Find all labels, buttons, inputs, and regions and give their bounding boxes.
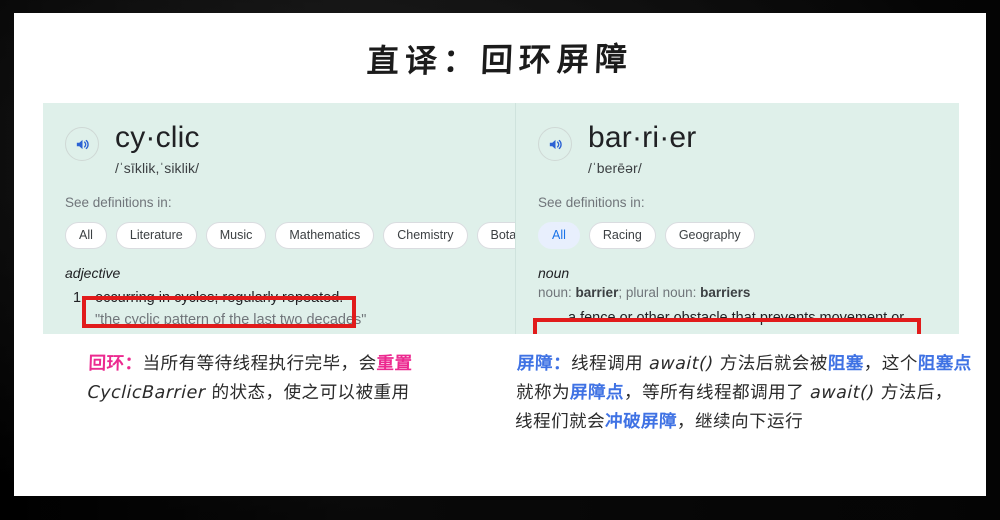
- annotation-right-seg3: ，这个: [863, 354, 919, 374]
- phonetic-cyclic: /ˈsīklik,ˈsiklik/: [115, 160, 200, 176]
- sense-example-cyclic: "the cyclic pattern of the last two deca…: [95, 312, 367, 328]
- phonetic-barrier: /ˈberēər/: [588, 160, 642, 176]
- dictionary-panel-cyclic: cy·clic /ˈsīklik,ˈsiklik/ See definition…: [43, 103, 515, 334]
- photo-frame: 直译：回环屏障 cy·clic /ˈsīklik,ˈsiklik/ See de…: [0, 0, 1000, 520]
- chip-chemistry[interactable]: Chemistry: [383, 222, 468, 249]
- sense-text: occurring in cycles; regularly repeated.: [95, 290, 344, 306]
- dictionary-panel-barrier: bar·ri·er /ˈberēər/ See definitions in: …: [515, 103, 959, 334]
- annotation-right-seg5: ，等所有线程都调用了: [623, 383, 811, 403]
- category-chip-row-barrier: All Racing Geography: [538, 222, 937, 249]
- inflection-prefix: noun:: [538, 285, 576, 300]
- category-chip-row-cyclic: All Literature Music Mathematics Chemist…: [65, 222, 515, 249]
- see-definitions-label-cyclic: See definitions in:: [65, 195, 172, 210]
- chip-all[interactable]: All: [65, 222, 107, 249]
- annotation-right-code1: await(): [648, 354, 715, 374]
- annotation-right-seg1: 线程调用: [570, 354, 650, 374]
- annotation-left-keyword2: 重置: [376, 354, 413, 374]
- sense-row-cyclic: 1. occurring in cycles; regularly repeat…: [65, 288, 493, 308]
- annotation-note-right: 屏障：线程调用 await() 方法后就会被阻塞，这个阻塞点就称为屏障点，等所有…: [514, 350, 977, 437]
- chip-geography[interactable]: Geography: [664, 222, 755, 249]
- annotation-right-kw4: 冲破屏障: [604, 412, 678, 432]
- annotation-right-kw1: 阻塞: [827, 354, 865, 374]
- speaker-icon-button-barrier[interactable]: [538, 127, 572, 161]
- word-header-barrier: bar·ri·er /ˈberēər/: [538, 121, 937, 176]
- speaker-icon: [76, 139, 89, 149]
- chip-racing[interactable]: Racing: [588, 222, 656, 249]
- annotation-left-keyword: 回环: [88, 354, 125, 374]
- word-header-cyclic: cy·clic /ˈsīklik,ˈsiklik/: [65, 121, 493, 176]
- annotation-right-keyword: 屏障: [516, 354, 554, 374]
- inflection-singular: barrier: [575, 285, 619, 300]
- annotation-right-seg7: ，继续向下运行: [676, 412, 804, 432]
- chip-literature[interactable]: Literature: [115, 222, 197, 249]
- speaker-icon-button-cyclic[interactable]: [65, 127, 99, 161]
- annotation-right-seg2: 方法后就会被: [713, 354, 829, 374]
- inflection-line-barrier: noun: barrier; plural noun: barriers: [538, 285, 937, 300]
- annotation-right-code2: await(): [809, 383, 876, 403]
- annotation-right-kw2: 阻塞点: [917, 354, 973, 374]
- annotation-note-left: 回环：当所有等待线程执行完毕，会重置 CyclicBarrier 的状态，使之可…: [87, 350, 489, 408]
- annotation-left-line1: 回环：当所有等待线程执行完毕，会重置: [88, 350, 489, 379]
- sense-wrapper-cyclic: 1. occurring in cycles; regularly repeat…: [65, 288, 493, 330]
- slide-page: 直译：回环屏障 cy·clic /ˈsīklik,ˈsiklik/ See de…: [14, 13, 986, 496]
- page-title: 直译：回环屏障: [366, 39, 634, 81]
- annotation-right-colon: ：: [552, 354, 572, 374]
- annotation-right-seg4: 就称为: [515, 383, 571, 403]
- part-of-speech-adjective: adjective: [65, 265, 121, 281]
- chip-mathematics[interactable]: Mathematics: [275, 222, 375, 249]
- sense-text-barrier: a fence or other obstacle that prevents …: [568, 310, 905, 334]
- annotation-right-kw3: 屏障点: [569, 383, 625, 403]
- chip-all[interactable]: All: [538, 222, 580, 249]
- annotation-left-text2: 的状态，使之可以被重用: [205, 383, 410, 403]
- inflection-middle: ; plural noun:: [618, 285, 701, 300]
- headword-cyclic: cy·clic: [115, 121, 200, 154]
- word-block-barrier: bar·ri·er /ˈberēər/: [588, 121, 696, 176]
- word-block-cyclic: cy·clic /ˈsīklik,ˈsiklik/: [115, 121, 200, 176]
- annotation-left-line2: CyclicBarrier 的状态，使之可以被重用: [87, 379, 488, 408]
- annotation-left-colon: ：: [124, 354, 143, 374]
- part-of-speech-noun: noun: [538, 265, 570, 281]
- dictionary-card: cy·clic /ˈsīklik,ˈsiklik/ See definition…: [43, 103, 959, 334]
- chip-music[interactable]: Music: [205, 222, 267, 249]
- chip-botany[interactable]: Botany: [476, 222, 515, 249]
- annotation-left-code: CyclicBarrier: [87, 383, 206, 403]
- inflection-plural: barriers: [700, 285, 751, 300]
- speaker-icon: [549, 139, 562, 149]
- see-definitions-label-barrier: See definitions in:: [538, 195, 645, 210]
- annotation-left-text1: 当所有等待线程执行完毕，会: [142, 354, 377, 374]
- headword-barrier: bar·ri·er: [588, 121, 697, 154]
- sense-number: 1.: [73, 290, 86, 306]
